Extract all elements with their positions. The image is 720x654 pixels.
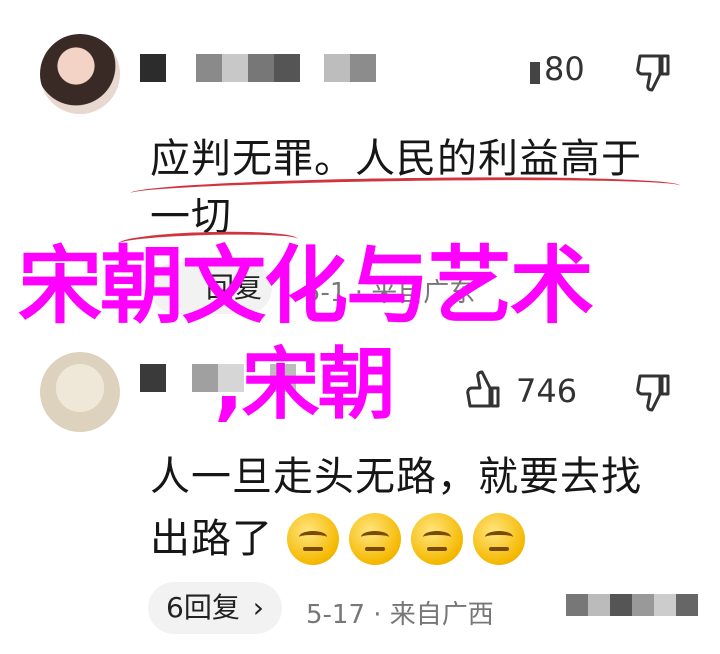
like-count: 746 [516,372,578,410]
smirk-emoji-icon [411,513,463,565]
chevron-right-icon: › [252,591,264,624]
thumbs-down-icon[interactable] [634,52,674,94]
comment-text-line2: 出路了 [150,516,273,562]
comment-text-line2-row: 出路了 [150,508,535,570]
reply-button[interactable]: 6回复 › [148,582,282,634]
comment-text-line1: 人一旦走头无路，就要去找 [150,454,642,500]
overlay-title: 宋朝文化与艺术 [18,237,594,335]
avatar[interactable] [40,34,120,114]
redacted-block [566,594,698,616]
smirk-emoji-icon [287,513,339,565]
thumbs-down-icon[interactable] [634,372,674,414]
comment-meta: 5-17 · 来自广西 [306,600,494,630]
overlay-subtitle: ,宋朝 [214,340,396,430]
like-icon-fragment [530,62,540,84]
smirk-emoji-icon [473,513,525,565]
reply-count: 6回复 [166,591,240,624]
thumbs-up-icon[interactable] [464,368,504,410]
smirk-emoji-icon [349,513,401,565]
like-count: 80 [544,50,585,88]
avatar[interactable] [40,352,120,432]
username-redacted [140,54,376,82]
